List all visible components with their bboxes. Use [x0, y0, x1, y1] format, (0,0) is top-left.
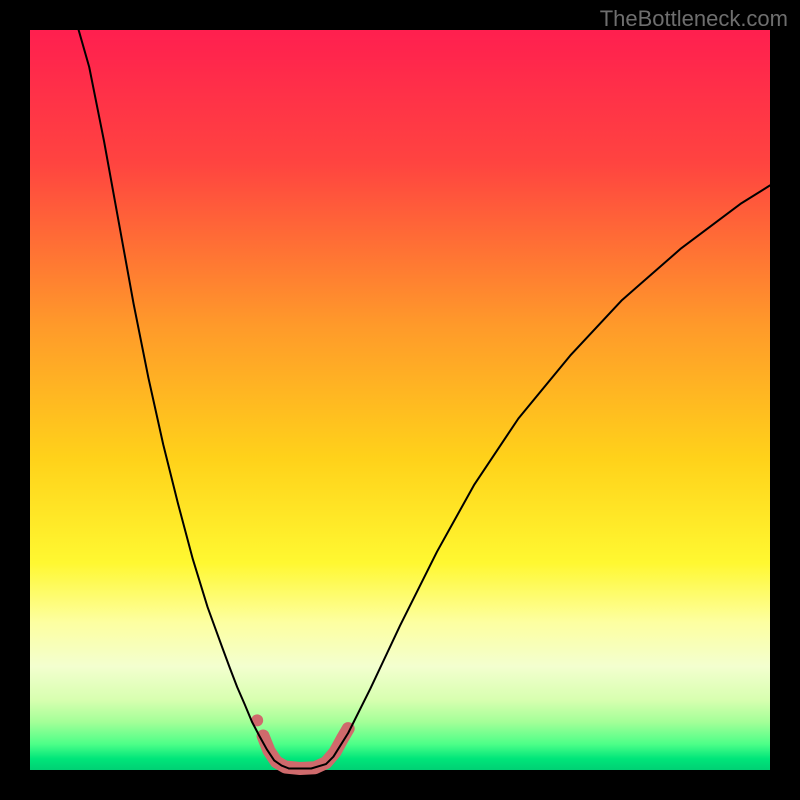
plot-area — [30, 30, 770, 770]
watermark-text: TheBottleneck.com — [600, 6, 788, 32]
chart-svg — [0, 0, 800, 800]
